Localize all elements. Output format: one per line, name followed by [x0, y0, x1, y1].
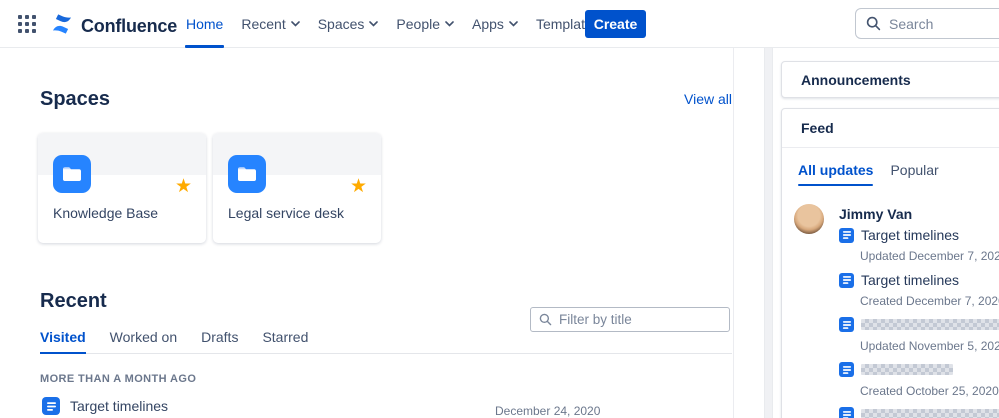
redacted-title: [861, 319, 999, 330]
recent-list-item[interactable]: Target timelines: [42, 397, 168, 415]
filter-by-title-input[interactable]: [559, 312, 699, 327]
feed-item[interactable]: [839, 362, 953, 377]
feed-item-meta: Created December 7, 2020: [860, 294, 999, 308]
primary-nav: Home Recent Spaces People Apps Templates: [185, 0, 601, 48]
feed-title: Feed: [801, 120, 834, 136]
create-button[interactable]: Create: [585, 10, 646, 38]
search-input[interactable]: [889, 15, 999, 32]
chevron-down-icon: [509, 21, 518, 27]
recent-item-title: Target timelines: [70, 398, 169, 414]
chevron-down-icon: [290, 21, 300, 27]
tab-drafts[interactable]: Drafts: [201, 329, 238, 353]
feed-item-meta: Updated November 5, 2020 (: [860, 339, 999, 353]
announcements-title: Announcements: [801, 71, 911, 88]
right-sidebar: Announcements Feed All updates Popular J…: [774, 48, 999, 418]
page-icon: [839, 362, 854, 377]
nav-item-home[interactable]: Home: [185, 0, 225, 48]
panel-divider: [764, 48, 773, 418]
page-icon: [839, 227, 854, 243]
space-folder-icon: [228, 155, 266, 193]
page-icon: [839, 272, 854, 288]
recent-item-date: December 24, 2020: [495, 404, 601, 418]
confluence-logo-text: Confluence: [81, 16, 178, 36]
app-switcher-icon[interactable]: [18, 15, 36, 33]
feed-item[interactable]: [839, 317, 999, 332]
recent-group-label: MORE THAN A MONTH AGO: [40, 373, 197, 385]
nav-item-apps[interactable]: Apps: [471, 0, 519, 48]
nav-item-spaces[interactable]: Spaces: [317, 0, 380, 48]
space-card-name: Knowledge Base: [53, 205, 159, 221]
avatar[interactable]: [794, 204, 824, 234]
global-search[interactable]: [855, 8, 999, 39]
page-icon: [42, 397, 60, 415]
confluence-logo-icon: [50, 12, 74, 41]
space-card-knowledge-base[interactable]: ★ Knowledge Base: [38, 133, 206, 243]
content-right-divider: [733, 48, 734, 418]
tab-visited[interactable]: Visited: [40, 329, 86, 354]
tab-worked-on[interactable]: Worked on: [110, 329, 177, 353]
feed-item[interactable]: Target timelines: [839, 227, 959, 243]
space-folder-icon: [53, 155, 91, 193]
tab-popular[interactable]: Popular: [890, 162, 938, 186]
spaces-heading: Spaces: [40, 88, 111, 110]
feed-card: Feed All updates Popular Jimmy Van Targe…: [781, 108, 999, 418]
star-icon[interactable]: ★: [175, 177, 192, 196]
confluence-home-page: Confluence Home Recent Spaces People App…: [0, 0, 999, 418]
page-icon: [839, 317, 854, 332]
top-navigation-bar: Confluence Home Recent Spaces People App…: [0, 0, 999, 48]
tab-starred[interactable]: Starred: [262, 329, 308, 353]
recent-tabs: Visited Worked on Drafts Starred: [40, 329, 732, 354]
nav-item-people[interactable]: People: [395, 0, 455, 48]
view-all-spaces-link[interactable]: View all: [684, 91, 732, 107]
space-card-legal-service-desk[interactable]: ★ Legal service desk: [213, 133, 381, 243]
feed-item[interactable]: Target timelines: [839, 272, 959, 288]
redacted-title: [861, 364, 953, 375]
search-icon: [866, 16, 881, 31]
tab-all-updates[interactable]: All updates: [798, 162, 874, 186]
feed-tabs: All updates Popular: [782, 148, 999, 186]
feed-item-title: Target timelines: [861, 227, 960, 243]
feed-item[interactable]: [839, 407, 999, 418]
chevron-down-icon: [369, 21, 379, 27]
chevron-down-icon: [445, 21, 454, 27]
nav-item-recent[interactable]: Recent: [240, 0, 300, 48]
confluence-logo[interactable]: Confluence: [50, 12, 177, 41]
feed-author-name: Jimmy Van: [839, 206, 913, 222]
main-content: Spaces View all ★ Knowledge Base ★ Legal…: [0, 48, 764, 418]
star-icon[interactable]: ★: [350, 177, 367, 196]
space-card-name: Legal service desk: [228, 205, 344, 221]
redacted-title: [861, 409, 999, 418]
page-icon: [839, 407, 854, 418]
feed-item-title: Target timelines: [861, 272, 960, 288]
feed-title-row: Feed: [782, 109, 999, 148]
search-icon: [539, 313, 552, 326]
recent-heading: Recent: [40, 290, 107, 312]
space-cards-row: ★ Knowledge Base ★ Legal service desk: [38, 133, 381, 243]
feed-item-meta: Updated December 7, 2020 (v: [860, 249, 999, 263]
feed-item-meta: Created October 25, 2020: [860, 384, 999, 398]
announcements-card[interactable]: Announcements: [781, 61, 999, 98]
